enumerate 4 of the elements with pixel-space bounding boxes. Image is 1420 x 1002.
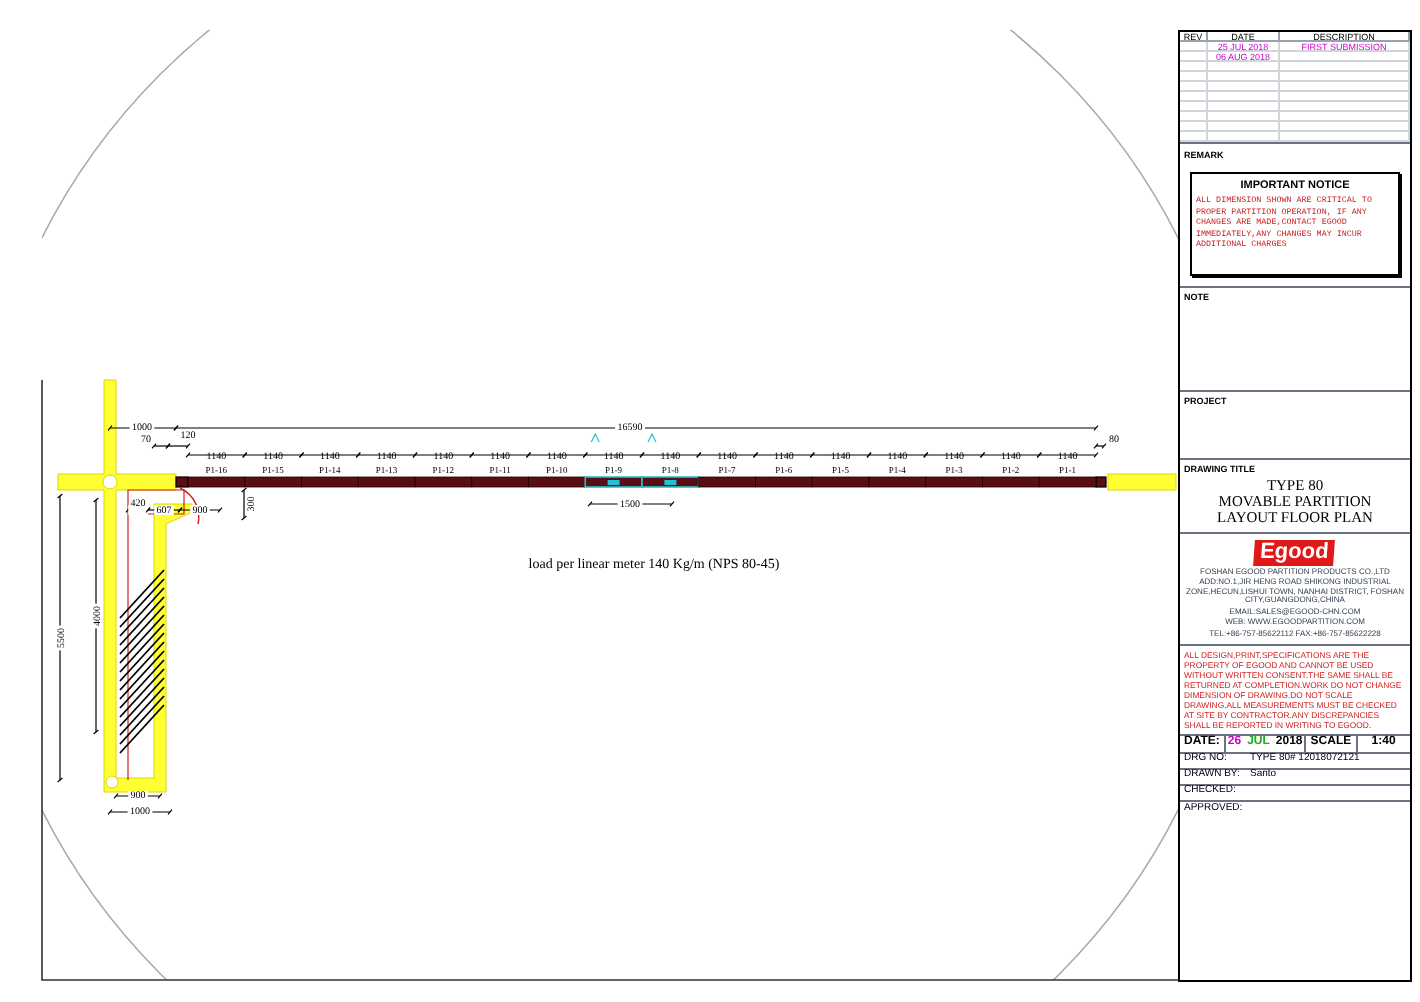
wall (1107, 473, 1177, 491)
company-logo: Egood (1253, 539, 1337, 565)
dimension-line (241, 487, 247, 521)
dimension-line (1093, 443, 1107, 449)
